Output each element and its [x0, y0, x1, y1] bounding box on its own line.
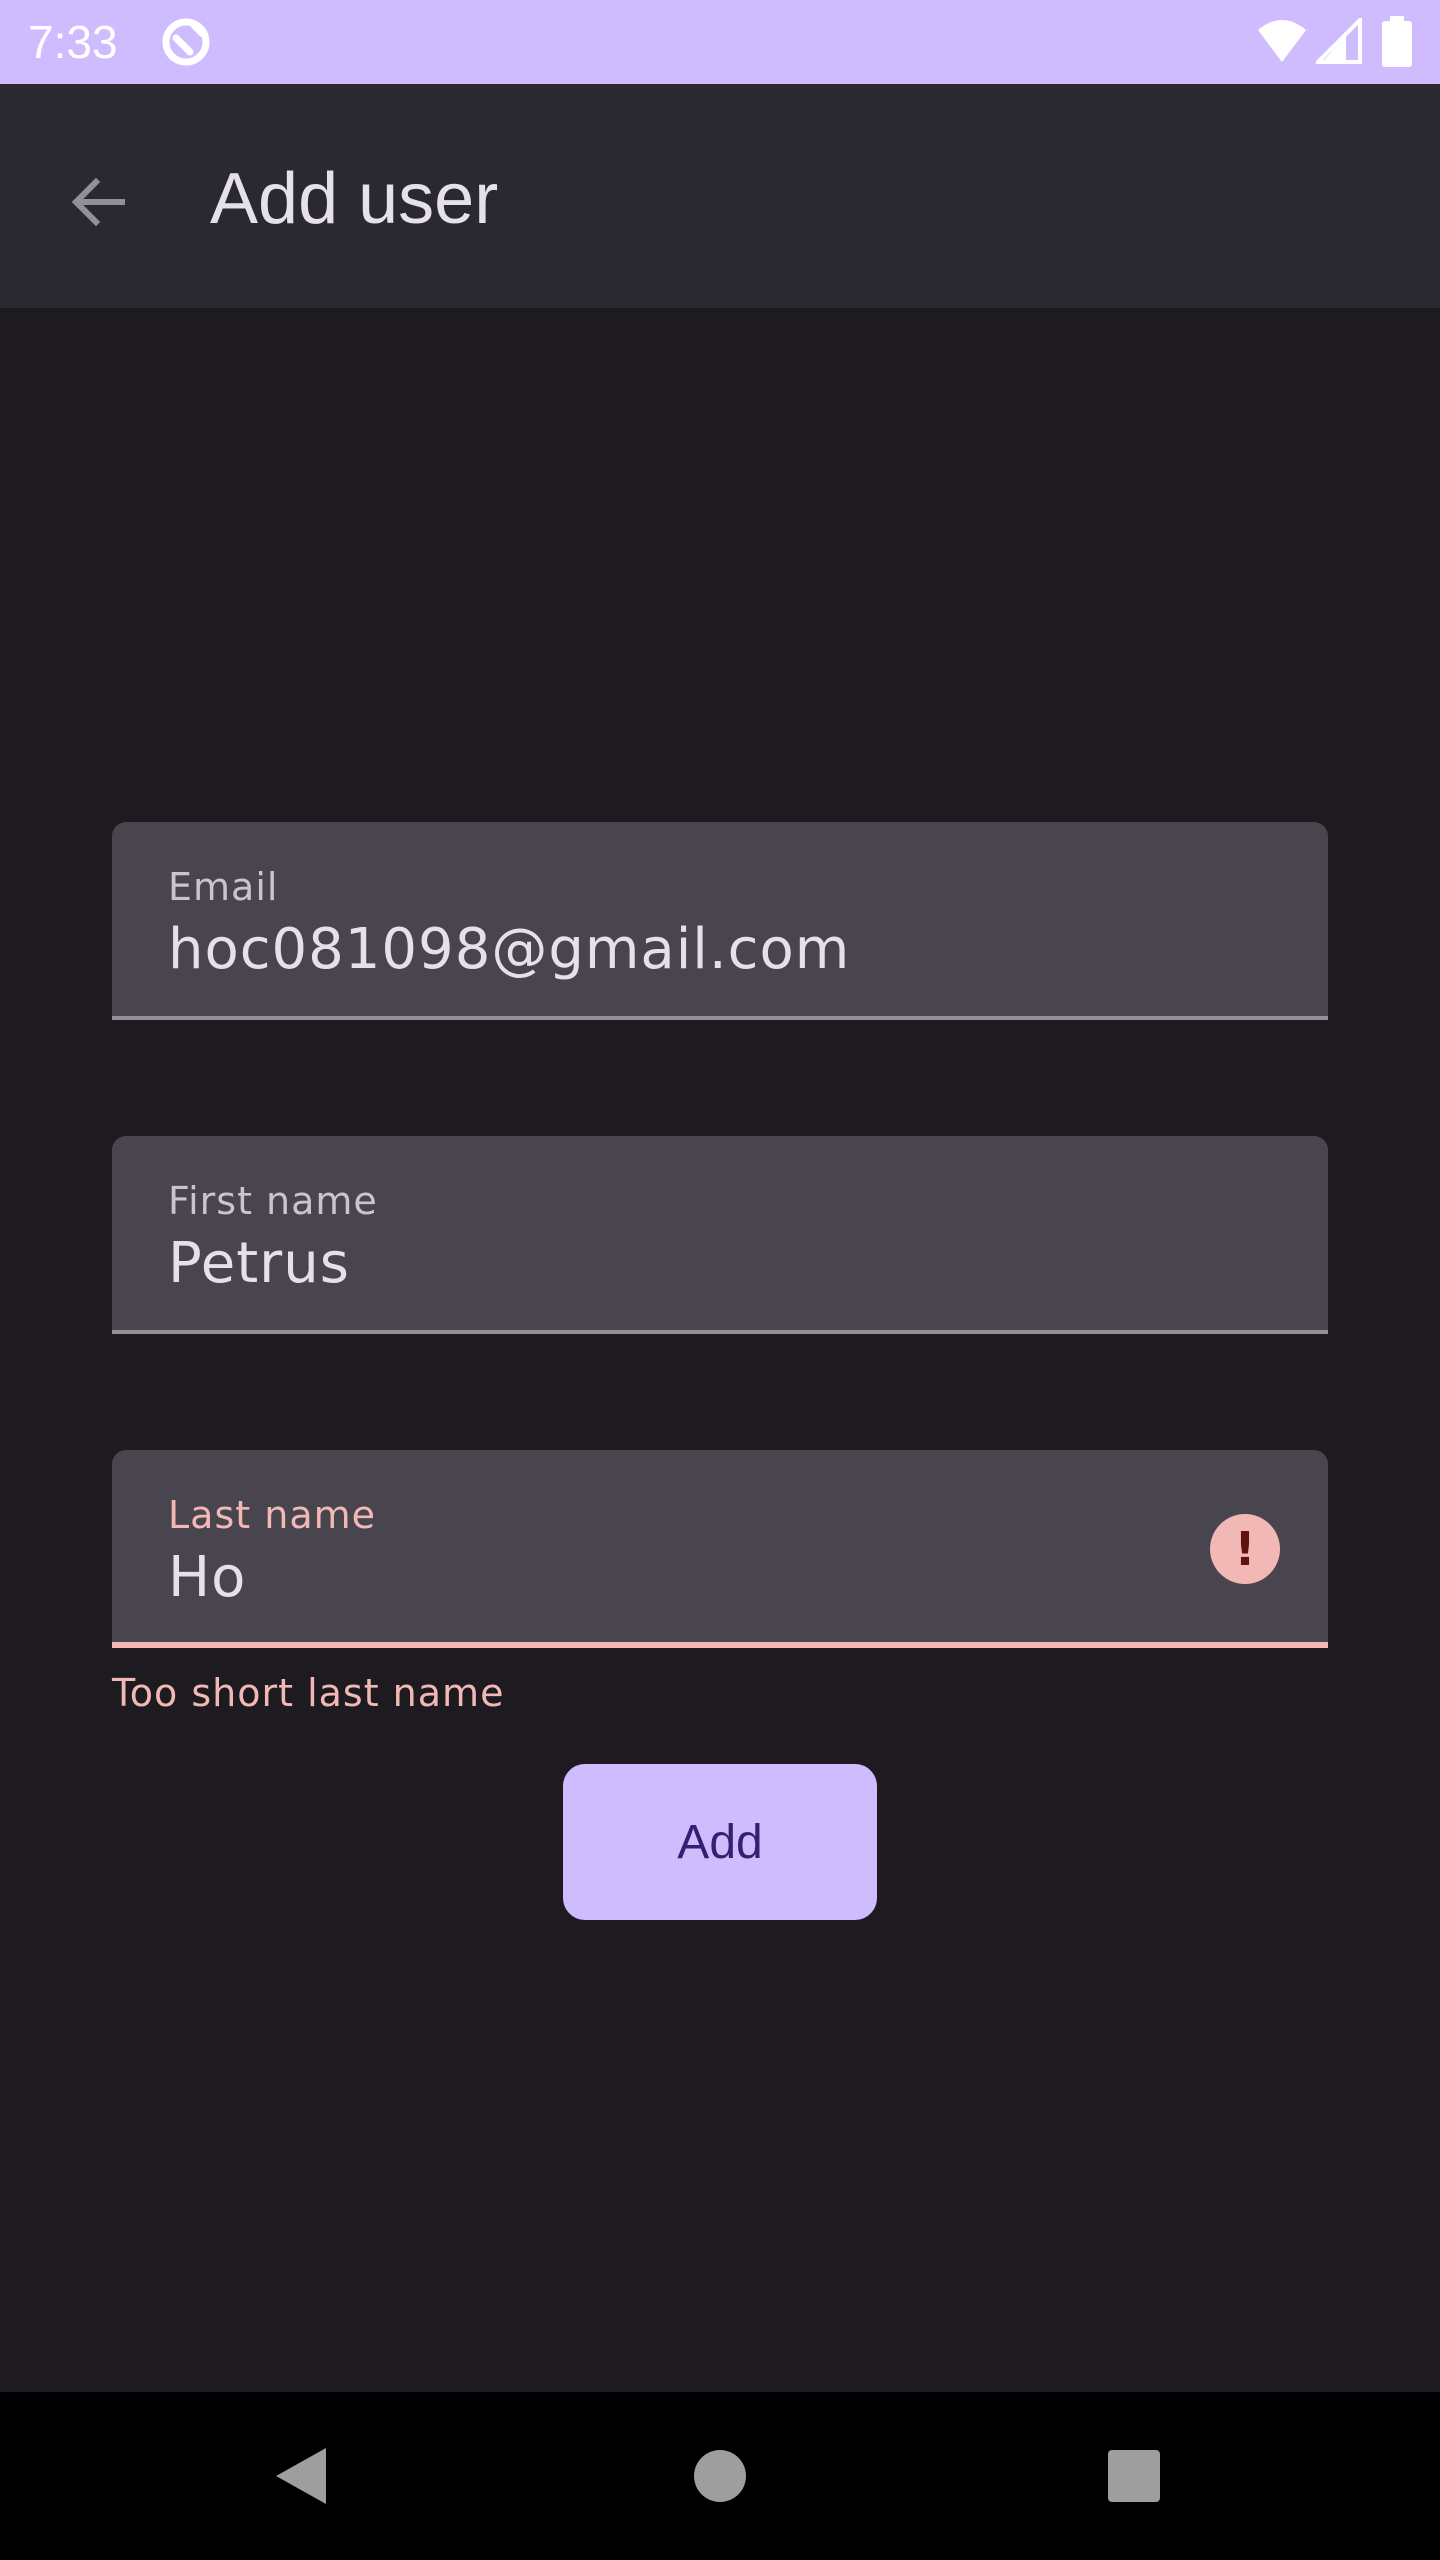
email-input[interactable] [168, 914, 1168, 986]
first-name-field[interactable]: First name [112, 1136, 1328, 1334]
first-name-field-label: First name [168, 1179, 378, 1223]
cell-signal-icon [1316, 18, 1362, 64]
back-button[interactable] [50, 154, 146, 250]
error-icon: ! [1210, 1514, 1280, 1584]
first-name-input[interactable] [168, 1228, 1168, 1300]
top-app-bar: Add user [0, 84, 1440, 308]
email-field-indicator [112, 1016, 1328, 1020]
last-name-field-indicator [112, 1642, 1328, 1648]
wifi-icon [1258, 20, 1306, 62]
add-user-screen: 7:33 Add user Email hoc081098@gmail.com … [0, 0, 1440, 2560]
status-time: 7:33 [28, 16, 118, 68]
last-name-field-label: Last name [168, 1493, 376, 1537]
page-title: Add user [210, 159, 499, 239]
battery-icon [1382, 16, 1412, 67]
nav-recents-icon[interactable] [1108, 2450, 1160, 2502]
last-name-field[interactable]: Last name ! [112, 1450, 1328, 1648]
last-name-input[interactable] [168, 1542, 1168, 1614]
arrow-back-icon [71, 177, 125, 227]
nav-back-icon[interactable] [270, 2444, 330, 2508]
system-navigation-bar [0, 2392, 1440, 2560]
email-field-label: Email [168, 865, 279, 909]
last-name-error-text: Too short last name [112, 1671, 505, 1715]
status-bar: 7:33 [0, 0, 1440, 84]
email-field[interactable]: Email [112, 822, 1328, 1020]
app-notification-icon [162, 18, 210, 66]
nav-home-icon[interactable] [694, 2450, 746, 2502]
first-name-field-indicator [112, 1330, 1328, 1334]
add-button[interactable]: Add [563, 1764, 877, 1920]
